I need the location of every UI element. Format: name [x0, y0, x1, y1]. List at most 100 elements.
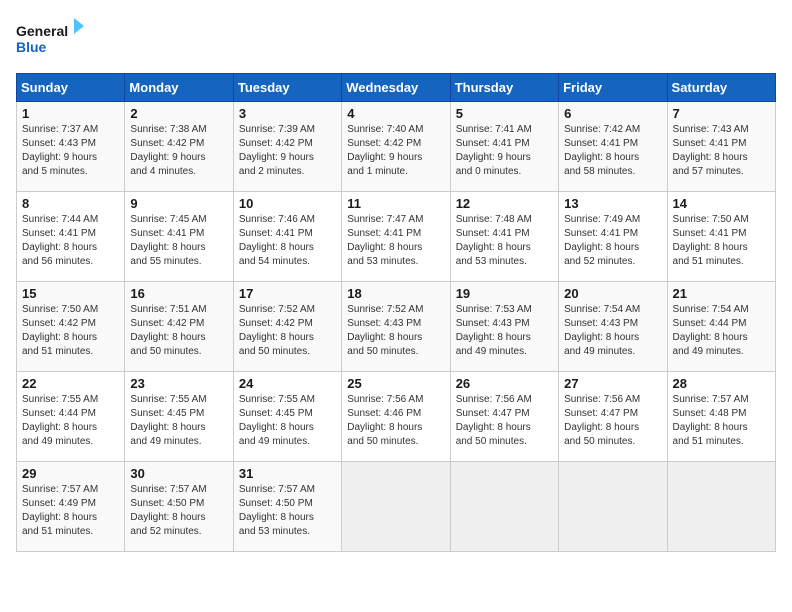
calendar-cell: 30Sunrise: 7:57 AM Sunset: 4:50 PM Dayli… [125, 462, 233, 552]
calendar-cell: 5 Sunrise: 7:41 AM Sunset: 4:41 PM Daylig… [450, 102, 558, 192]
calendar-cell: 8 Sunrise: 7:44 AM Sunset: 4:41 PM Daylig… [17, 192, 125, 282]
logo: General Blue [16, 16, 86, 61]
calendar-cell: 15Sunrise: 7:50 AM Sunset: 4:42 PM Dayli… [17, 282, 125, 372]
weekday-header-friday: Friday [559, 74, 667, 102]
weekday-header-sunday: Sunday [17, 74, 125, 102]
day-info: Sunrise: 7:37 AM Sunset: 4:43 PM Dayligh… [22, 123, 119, 179]
day-info: Sunrise: 7:43 AM Sunset: 4:41 PM Dayligh… [673, 123, 770, 179]
day-info: Sunrise: 7:40 AM Sunset: 4:42 PM Dayligh… [347, 123, 444, 179]
calendar-cell: 21Sunrise: 7:54 AM Sunset: 4:44 PM Dayli… [667, 282, 775, 372]
day-number: 29 [22, 466, 119, 481]
calendar-cell [450, 462, 558, 552]
day-info: Sunrise: 7:50 AM Sunset: 4:41 PM Dayligh… [673, 213, 770, 269]
day-number: 1 [22, 106, 119, 121]
calendar-cell: 3 Sunrise: 7:39 AM Sunset: 4:42 PM Daylig… [233, 102, 341, 192]
calendar-cell [559, 462, 667, 552]
day-info: Sunrise: 7:52 AM Sunset: 4:42 PM Dayligh… [239, 303, 336, 359]
day-number: 18 [347, 286, 444, 301]
calendar-cell: 22Sunrise: 7:55 AM Sunset: 4:44 PM Dayli… [17, 372, 125, 462]
day-info: Sunrise: 7:44 AM Sunset: 4:41 PM Dayligh… [22, 213, 119, 269]
day-info: Sunrise: 7:57 AM Sunset: 4:49 PM Dayligh… [22, 483, 119, 539]
logo-svg: General Blue [16, 16, 86, 61]
day-info: Sunrise: 7:39 AM Sunset: 4:42 PM Dayligh… [239, 123, 336, 179]
weekday-header-saturday: Saturday [667, 74, 775, 102]
day-number: 2 [130, 106, 227, 121]
calendar-cell: 9 Sunrise: 7:45 AM Sunset: 4:41 PM Daylig… [125, 192, 233, 282]
calendar-week-row: 15Sunrise: 7:50 AM Sunset: 4:42 PM Dayli… [17, 282, 776, 372]
calendar-cell: 23 Sunrise: 7:55 AM Sunset: 4:45 PM Dayli… [125, 372, 233, 462]
day-number: 10 [239, 196, 336, 211]
calendar-cell: 24 Sunrise: 7:55 AM Sunset: 4:45 PM Dayli… [233, 372, 341, 462]
weekday-header-monday: Monday [125, 74, 233, 102]
day-number: 24 [239, 376, 336, 391]
calendar-week-row: 22Sunrise: 7:55 AM Sunset: 4:44 PM Dayli… [17, 372, 776, 462]
page-header: General Blue [16, 16, 776, 61]
day-info: Sunrise: 7:56 AM Sunset: 4:47 PM Dayligh… [564, 393, 661, 449]
day-number: 4 [347, 106, 444, 121]
weekday-header-tuesday: Tuesday [233, 74, 341, 102]
calendar-cell: 26 Sunrise: 7:56 AM Sunset: 4:47 PM Dayli… [450, 372, 558, 462]
day-info: Sunrise: 7:48 AM Sunset: 4:41 PM Dayligh… [456, 213, 553, 269]
day-number: 27 [564, 376, 661, 391]
day-number: 11 [347, 196, 444, 211]
day-number: 17 [239, 286, 336, 301]
calendar-cell: 20 Sunrise: 7:54 AM Sunset: 4:43 PM Dayli… [559, 282, 667, 372]
calendar-cell: 28 Sunrise: 7:57 AM Sunset: 4:48 PM Dayli… [667, 372, 775, 462]
calendar-cell: 29 Sunrise: 7:57 AM Sunset: 4:49 PM Dayli… [17, 462, 125, 552]
day-info: Sunrise: 7:52 AM Sunset: 4:43 PM Dayligh… [347, 303, 444, 359]
day-number: 19 [456, 286, 553, 301]
day-info: Sunrise: 7:55 AM Sunset: 4:45 PM Dayligh… [239, 393, 336, 449]
day-number: 28 [673, 376, 770, 391]
day-info: Sunrise: 7:49 AM Sunset: 4:41 PM Dayligh… [564, 213, 661, 269]
calendar-week-row: 8 Sunrise: 7:44 AM Sunset: 4:41 PM Daylig… [17, 192, 776, 282]
day-number: 25 [347, 376, 444, 391]
calendar-cell: 6 Sunrise: 7:42 AM Sunset: 4:41 PM Daylig… [559, 102, 667, 192]
day-info: Sunrise: 7:47 AM Sunset: 4:41 PM Dayligh… [347, 213, 444, 269]
day-number: 20 [564, 286, 661, 301]
day-info: Sunrise: 7:54 AM Sunset: 4:43 PM Dayligh… [564, 303, 661, 359]
day-number: 7 [673, 106, 770, 121]
day-number: 6 [564, 106, 661, 121]
day-number: 31 [239, 466, 336, 481]
day-info: Sunrise: 7:41 AM Sunset: 4:41 PM Dayligh… [456, 123, 553, 179]
day-number: 9 [130, 196, 227, 211]
calendar-cell: 19Sunrise: 7:53 AM Sunset: 4:43 PM Dayli… [450, 282, 558, 372]
calendar-cell: 12 Sunrise: 7:48 AM Sunset: 4:41 PM Dayli… [450, 192, 558, 282]
calendar-cell: 25 Sunrise: 7:56 AM Sunset: 4:46 PM Dayli… [342, 372, 450, 462]
day-number: 3 [239, 106, 336, 121]
day-number: 26 [456, 376, 553, 391]
calendar-header-row: SundayMondayTuesdayWednesdayThursdayFrid… [17, 74, 776, 102]
day-number: 12 [456, 196, 553, 211]
calendar-cell: 18 Sunrise: 7:52 AM Sunset: 4:43 PM Dayli… [342, 282, 450, 372]
day-info: Sunrise: 7:51 AM Sunset: 4:42 PM Dayligh… [130, 303, 227, 359]
weekday-header-wednesday: Wednesday [342, 74, 450, 102]
day-info: Sunrise: 7:55 AM Sunset: 4:45 PM Dayligh… [130, 393, 227, 449]
day-number: 16 [130, 286, 227, 301]
calendar-cell: 17 Sunrise: 7:52 AM Sunset: 4:42 PM Dayli… [233, 282, 341, 372]
svg-text:General: General [16, 23, 68, 39]
calendar-cell: 27 Sunrise: 7:56 AM Sunset: 4:47 PM Dayli… [559, 372, 667, 462]
day-info: Sunrise: 7:56 AM Sunset: 4:46 PM Dayligh… [347, 393, 444, 449]
calendar-table: SundayMondayTuesdayWednesdayThursdayFrid… [16, 73, 776, 552]
day-info: Sunrise: 7:57 AM Sunset: 4:48 PM Dayligh… [673, 393, 770, 449]
weekday-header-thursday: Thursday [450, 74, 558, 102]
calendar-cell: 13 Sunrise: 7:49 AM Sunset: 4:41 PM Dayli… [559, 192, 667, 282]
calendar-cell: 31Sunrise: 7:57 AM Sunset: 4:50 PM Dayli… [233, 462, 341, 552]
day-number: 14 [673, 196, 770, 211]
day-number: 5 [456, 106, 553, 121]
day-number: 13 [564, 196, 661, 211]
day-number: 8 [22, 196, 119, 211]
day-info: Sunrise: 7:56 AM Sunset: 4:47 PM Dayligh… [456, 393, 553, 449]
calendar-cell: 4 Sunrise: 7:40 AM Sunset: 4:42 PM Daylig… [342, 102, 450, 192]
day-info: Sunrise: 7:45 AM Sunset: 4:41 PM Dayligh… [130, 213, 227, 269]
day-info: Sunrise: 7:46 AM Sunset: 4:41 PM Dayligh… [239, 213, 336, 269]
day-number: 23 [130, 376, 227, 391]
calendar-week-row: 1 Sunrise: 7:37 AM Sunset: 4:43 PM Daylig… [17, 102, 776, 192]
calendar-cell: 14 Sunrise: 7:50 AM Sunset: 4:41 PM Dayli… [667, 192, 775, 282]
svg-text:Blue: Blue [16, 39, 47, 55]
day-number: 30 [130, 466, 227, 481]
calendar-cell: 11 Sunrise: 7:47 AM Sunset: 4:41 PM Dayli… [342, 192, 450, 282]
day-number: 22 [22, 376, 119, 391]
day-number: 21 [673, 286, 770, 301]
day-info: Sunrise: 7:42 AM Sunset: 4:41 PM Dayligh… [564, 123, 661, 179]
